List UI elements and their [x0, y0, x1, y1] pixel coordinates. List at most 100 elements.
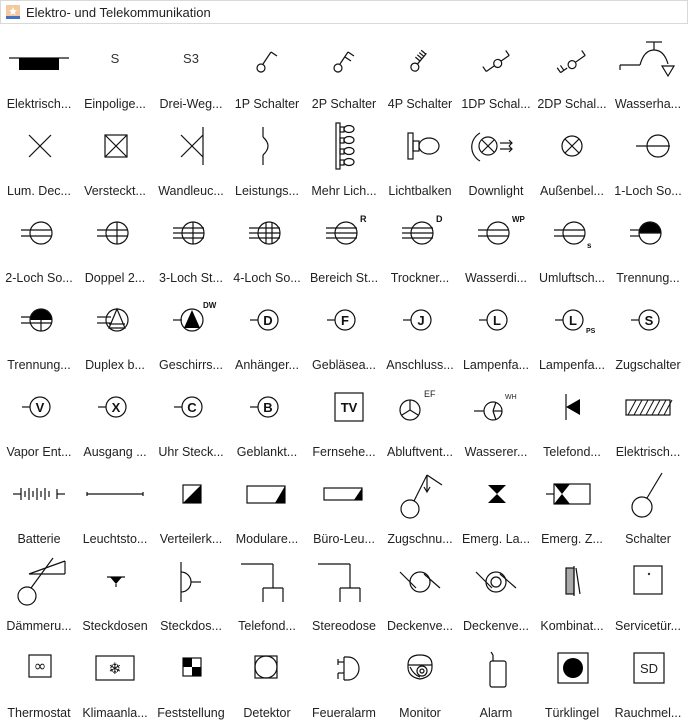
symbol-item[interactable]: Leistungs... — [229, 117, 305, 204]
symbol-item[interactable]: Trennung... — [610, 204, 686, 291]
svg-text:S: S — [645, 313, 654, 328]
symbol-item[interactable]: Telefond... — [229, 552, 305, 639]
symbol-item[interactable]: Feststellung — [153, 639, 229, 726]
symbol-item[interactable]: Wasserha... — [610, 30, 686, 117]
symbol-item[interactable]: Emerg. Z... — [534, 465, 610, 552]
symbol-item[interactable]: 2DP Schal... — [534, 30, 610, 117]
symbol-item[interactable]: Zugschnu... — [382, 465, 458, 552]
symbol-item[interactable]: Wandleuc... — [153, 117, 229, 204]
symbol-label: Anschluss... — [386, 358, 454, 372]
symbol-item[interactable]: Duplex b... — [77, 291, 153, 378]
svg-text:B: B — [263, 400, 272, 415]
symbol-item[interactable]: X Ausgang ... — [77, 378, 153, 465]
symbol-item[interactable]: F Gebläsea... — [306, 291, 382, 378]
triplex-outlet-icon — [173, 221, 205, 245]
symbol-label: Vapor Ent... — [6, 445, 72, 459]
symbol-item[interactable]: TV Fernsehe... — [306, 378, 382, 465]
symbol-item[interactable]: Lum. Dec... — [1, 117, 77, 204]
symbol-item[interactable]: 4P Schalter — [382, 30, 458, 117]
symbol-item[interactable]: B Geblankt... — [229, 378, 305, 465]
symbol-label: Zugschalter — [615, 358, 681, 372]
symbol-item[interactable]: Stereodose — [306, 552, 382, 639]
svg-text:∞: ∞ — [34, 657, 47, 675]
telephone-socket-icon — [241, 563, 284, 602]
multi-light-bar-icon — [335, 122, 355, 170]
symbol-item[interactable]: EF Abluftvent... — [382, 378, 458, 465]
symbol-item[interactable]: S Zugschalter — [610, 291, 686, 378]
symbol-item[interactable]: Kombinat... — [534, 552, 610, 639]
symbol-label: Gebläsea... — [312, 358, 376, 372]
battery-icon — [13, 488, 65, 500]
lamp-holder-icon: L — [479, 309, 508, 331]
symbol-item[interactable]: Leuchtsto... — [77, 465, 153, 552]
symbol-label: 1-Loch So... — [614, 184, 682, 198]
symbol-label: 2DP Schal... — [537, 97, 607, 111]
symbol-item[interactable]: Mehr Lich... — [306, 117, 382, 204]
detection-icon — [182, 657, 202, 677]
symbol-item[interactable]: S3 Drei-Weg... — [153, 30, 229, 117]
light-bar-icon — [407, 132, 440, 160]
symbol-item[interactable]: S Einpolige... — [77, 30, 153, 117]
symbol-label: Wandleuc... — [158, 184, 224, 198]
symbol-item[interactable]: SD Rauchmel... — [610, 639, 686, 726]
symbol-item[interactable]: J Anschluss... — [382, 291, 458, 378]
symbol-item[interactable]: L PS Lampenfa... — [534, 291, 610, 378]
symbol-item[interactable]: R Bereich St... — [306, 204, 382, 291]
symbol-item[interactable]: WP Wasserdi... — [458, 204, 534, 291]
symbol-item[interactable]: Steckdos... — [153, 552, 229, 639]
symbol-item[interactable]: V Vapor Ent... — [1, 378, 77, 465]
symbol-item[interactable]: C Uhr Steck... — [153, 378, 229, 465]
symbol-item[interactable]: Versteckt... — [77, 117, 153, 204]
symbol-label: Telefond... — [238, 619, 296, 633]
symbol-label: Geblankt... — [236, 445, 298, 459]
symbol-item[interactable]: Steckdosen — [77, 552, 153, 639]
symbol-item[interactable]: Downlight — [458, 117, 534, 204]
symbol-item[interactable]: 2P Schalter — [306, 30, 382, 117]
symbol-item[interactable]: Außenbel... — [534, 117, 610, 204]
symbol-item[interactable]: 1-Loch So... — [610, 117, 686, 204]
symbol-item[interactable]: 3-Loch St... — [153, 204, 229, 291]
symbol-item[interactable]: 4-Loch So... — [229, 204, 305, 291]
symbol-item[interactable]: Feueralarm — [306, 639, 382, 726]
symbol-item[interactable]: Büro-Leu... — [306, 465, 382, 552]
symbol-item[interactable]: Detektor — [229, 639, 305, 726]
symbol-item[interactable]: Elektrisch... — [1, 30, 77, 117]
symbol-item[interactable]: D Trockner... — [382, 204, 458, 291]
symbol-item[interactable]: Lichtbalken — [382, 117, 458, 204]
symbol-item[interactable]: Deckenve... — [458, 552, 534, 639]
symbol-item[interactable]: Servicetür... — [610, 552, 686, 639]
symbol-item[interactable]: 1P Schalter — [229, 30, 305, 117]
symbol-item[interactable]: Trennung... — [1, 291, 77, 378]
circulating-outlet-icon: s — [554, 221, 592, 250]
doorbell-icon — [557, 652, 589, 684]
symbol-label: Rauchmel... — [614, 706, 682, 720]
symbol-label: Trennung... — [616, 271, 680, 285]
symbol-item[interactable]: Telefond... — [534, 378, 610, 465]
symbol-item[interactable]: D Anhänger... — [229, 291, 305, 378]
symbol-item[interactable]: WH Wasserer... — [458, 378, 534, 465]
symbol-item[interactable]: ❄ Klimaanla... — [77, 639, 153, 726]
symbol-item[interactable]: Deckenve... — [382, 552, 458, 639]
symbol-item[interactable]: 2-Loch So... — [1, 204, 77, 291]
symbol-item[interactable]: Verteilerk... — [153, 465, 229, 552]
svg-text:X: X — [112, 400, 121, 415]
symbol-item[interactable]: DW Geschirrs... — [153, 291, 229, 378]
symbol-item[interactable]: Modulare... — [229, 465, 305, 552]
symbol-item[interactable]: Alarm — [458, 639, 534, 726]
symbol-label: Feueralarm — [312, 706, 376, 720]
symbol-item[interactable]: Emerg. La... — [458, 465, 534, 552]
symbol-item[interactable]: Monitor — [382, 639, 458, 726]
symbol-item[interactable]: Türklingel — [534, 639, 610, 726]
symbol-item[interactable]: ∞ Thermostat — [1, 639, 77, 726]
symbol-item[interactable]: Doppel 2... — [77, 204, 153, 291]
symbol-item[interactable]: s Umluftsch... — [534, 204, 610, 291]
symbol-item[interactable]: L Lampenfa... — [458, 291, 534, 378]
symbol-item[interactable]: 1DP Schal... — [458, 30, 534, 117]
symbol-item[interactable]: Schalter — [610, 465, 686, 552]
symbol-label: Trockner... — [390, 271, 450, 285]
ceiling-fan-icon — [399, 571, 441, 593]
symbol-item[interactable]: Elektrisch... — [610, 378, 686, 465]
symbol-item[interactable]: Batterie — [1, 465, 77, 552]
symbol-item[interactable]: Dämmeru... — [1, 552, 77, 639]
symbol-label: Wasserha... — [614, 97, 682, 111]
